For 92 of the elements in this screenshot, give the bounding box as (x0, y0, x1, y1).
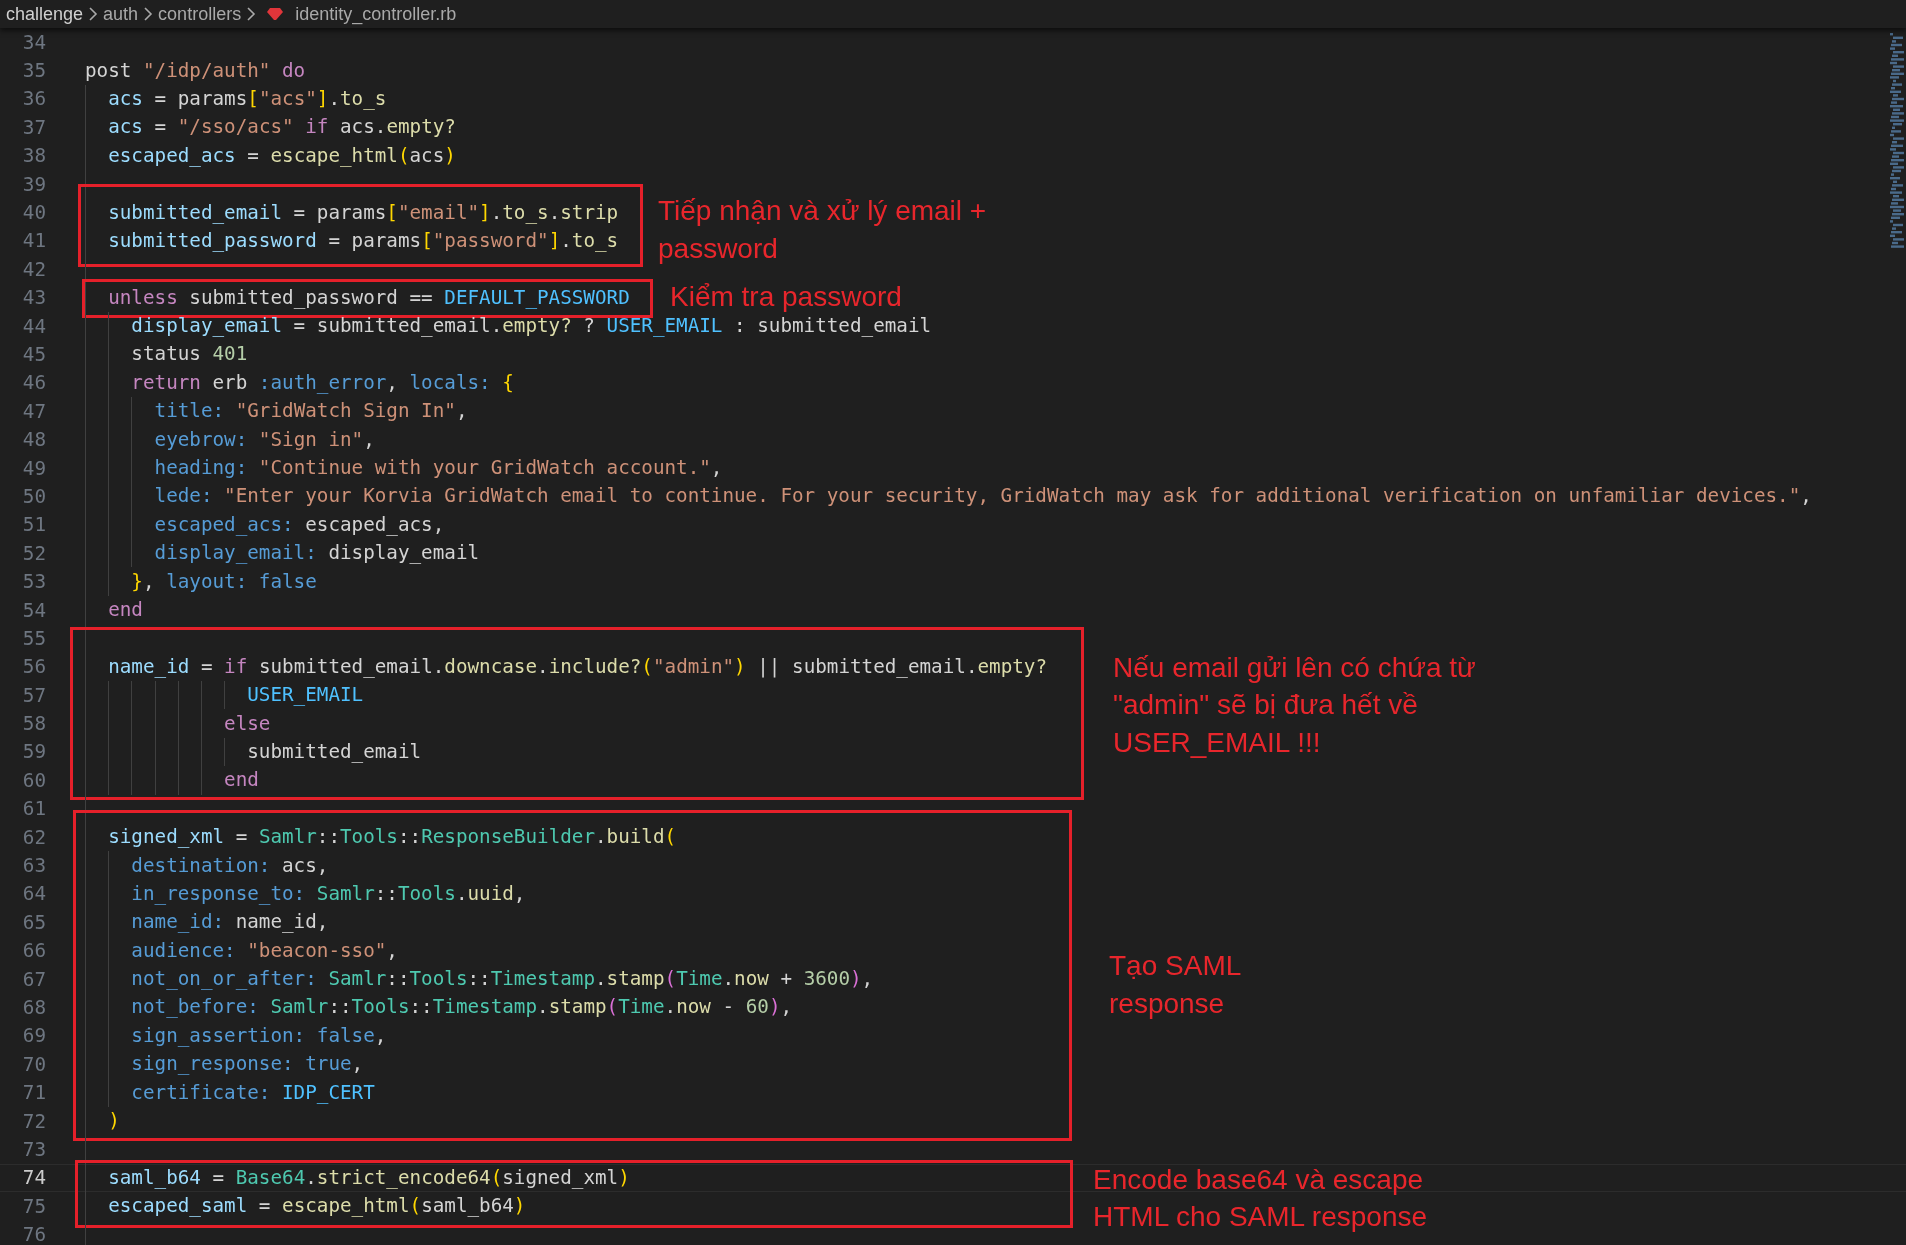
code-line: submitted_email = params["email"].to_s.strip (108, 201, 619, 224)
line-number: 49 (21, 456, 46, 480)
line-number: 46 (21, 371, 46, 395)
line-number: 50 (21, 484, 46, 508)
line-number: 48 (21, 428, 46, 452)
line-number: 38 (21, 144, 46, 168)
code-line: display_email = submitted_email.empty? ? USER_EMAIL : submitted_email (131, 315, 932, 338)
line-number: 69 (21, 1024, 46, 1048)
line-number: 66 (21, 939, 46, 963)
line-number: 44 (21, 314, 46, 338)
code-line: ) (108, 1110, 120, 1133)
code-line: unless submitted_password == DEFAULT_PASSWORD (108, 286, 630, 309)
line-number: 51 (21, 513, 46, 537)
breadcrumb-file[interactable]: identity_controller.rb (295, 3, 457, 25)
line-number: 58 (21, 712, 46, 736)
line-number: 75 (21, 1194, 46, 1218)
ruby-file-icon (267, 7, 284, 21)
code-line: not_before: Samlr::Tools::Timestamp.stamp(Time.now - 60), (131, 996, 793, 1019)
line-number: 40 (21, 201, 46, 225)
code-line: escaped_acs = escape_html(acs) (108, 144, 456, 167)
code-line: lede: "Enter your Korvia GridWatch email to continue. For your security, GridWatch may ask for additional verification on unfamiliar devices.", (154, 485, 1812, 508)
code-line: certificate: IDP_CERT (131, 1081, 375, 1104)
line-number: 42 (21, 257, 46, 281)
line-number: 39 (21, 172, 46, 196)
annotation-note: Tạo SAML response (1109, 948, 1242, 1021)
code-line: sign_response: true, (131, 1053, 364, 1076)
line-number: 68 (21, 995, 46, 1019)
line-number: 36 (21, 87, 46, 111)
code-line: escaped_acs: escaped_acs, (154, 513, 445, 536)
line-number: 61 (21, 797, 46, 821)
code-line: display_email: display_email (154, 542, 480, 565)
code-line: heading: "Continue with your GridWatch account.", (154, 457, 723, 480)
breadcrumb-item[interactable]: controllers (158, 3, 242, 25)
code-line: escaped_saml = escape_html(saml_b64) (108, 1195, 526, 1218)
line-number: 45 (21, 343, 46, 366)
line-number: 59 (21, 740, 46, 764)
line-number: 54 (21, 598, 46, 622)
code-line: status 401 (131, 343, 248, 366)
code-line: }, layout: false (131, 570, 317, 593)
code-line: sign_assertion: false, (131, 1024, 387, 1047)
annotation-note: Tiếp nhận và xử lý email + password (658, 194, 987, 267)
code-line: end (224, 769, 259, 792)
line-number: 72 (21, 1109, 46, 1133)
code-line: title: "GridWatch Sign In", (154, 400, 468, 423)
code-line: name_id = if submitted_email.downcase.include?("admin") || submitted_email.empty? (108, 655, 1048, 678)
code-line: not_on_or_after: Samlr::Tools::Timestamp.stamp(Time.now + 3600), (131, 968, 874, 991)
line-number: 70 (21, 1052, 46, 1076)
line-number: 56 (21, 655, 46, 679)
code-line: name_id: name_id, (131, 911, 329, 934)
line-number: 41 (21, 229, 46, 253)
chevron-icon (142, 6, 155, 22)
code-line: eyebrow: "Sign in", (154, 428, 375, 451)
line-number: 47 (21, 399, 46, 423)
line-number: 34 (21, 30, 46, 54)
code-line: audience: "beacon-sso", (131, 939, 398, 962)
code-line: return erb :auth_error, locals: { (131, 371, 514, 394)
breadcrumb-item[interactable]: auth (103, 3, 139, 25)
code-line: in_response_to: Samlr::Tools.uuid, (131, 882, 526, 905)
code-line: USER_EMAIL (247, 684, 364, 707)
line-number: 55 (21, 626, 46, 650)
breadcrumb-item[interactable]: challenge (6, 3, 84, 25)
line-number: 62 (21, 825, 46, 849)
line-number: 76 (21, 1223, 46, 1245)
code-line: saml_b64 = Base64.strict_encode64(signed_xml) (108, 1166, 630, 1189)
line-number: 53 (21, 570, 46, 594)
line-number: 52 (21, 541, 46, 565)
chevron-icon (87, 6, 100, 22)
line-number: 65 (21, 910, 46, 934)
line-number: 64 (21, 882, 46, 906)
line-number: 73 (21, 1137, 46, 1161)
code-line: acs = "/sso/acs" if acs.empty? (108, 116, 456, 139)
annotation-note: Nếu email gửi lên có chứa từ "admin" sẽ bị đưa hết về USER_EMAIL !!! (1113, 650, 1476, 760)
line-number: 35 (21, 59, 46, 83)
code-line: submitted_password = params["password"].to_s (108, 229, 619, 252)
line-number: 60 (21, 768, 46, 792)
line-number: 67 (21, 967, 46, 991)
code-line: end (108, 599, 143, 621)
code-line: acs = params["acs"].to_s (108, 87, 387, 110)
code-line: else (224, 712, 271, 735)
line-number: 71 (21, 1081, 46, 1105)
line-number: 37 (21, 115, 46, 139)
code-line: submitted_email (247, 740, 422, 763)
chevron-icon (245, 6, 258, 22)
line-number: 57 (21, 683, 46, 707)
line-number: 63 (21, 854, 46, 877)
code-line: signed_xml = Samlr::Tools::ResponseBuilder.build( (108, 826, 677, 849)
annotation-note: Encode base64 và escape HTML cho SAML response (1093, 1162, 1428, 1235)
line-number: 43 (21, 286, 46, 310)
code-line: destination: acs, (131, 854, 329, 877)
line-number: 74 (21, 1166, 46, 1190)
code-line: post "/idp/auth" do (85, 59, 306, 82)
annotation-note: Kiểm tra password (670, 279, 902, 314)
